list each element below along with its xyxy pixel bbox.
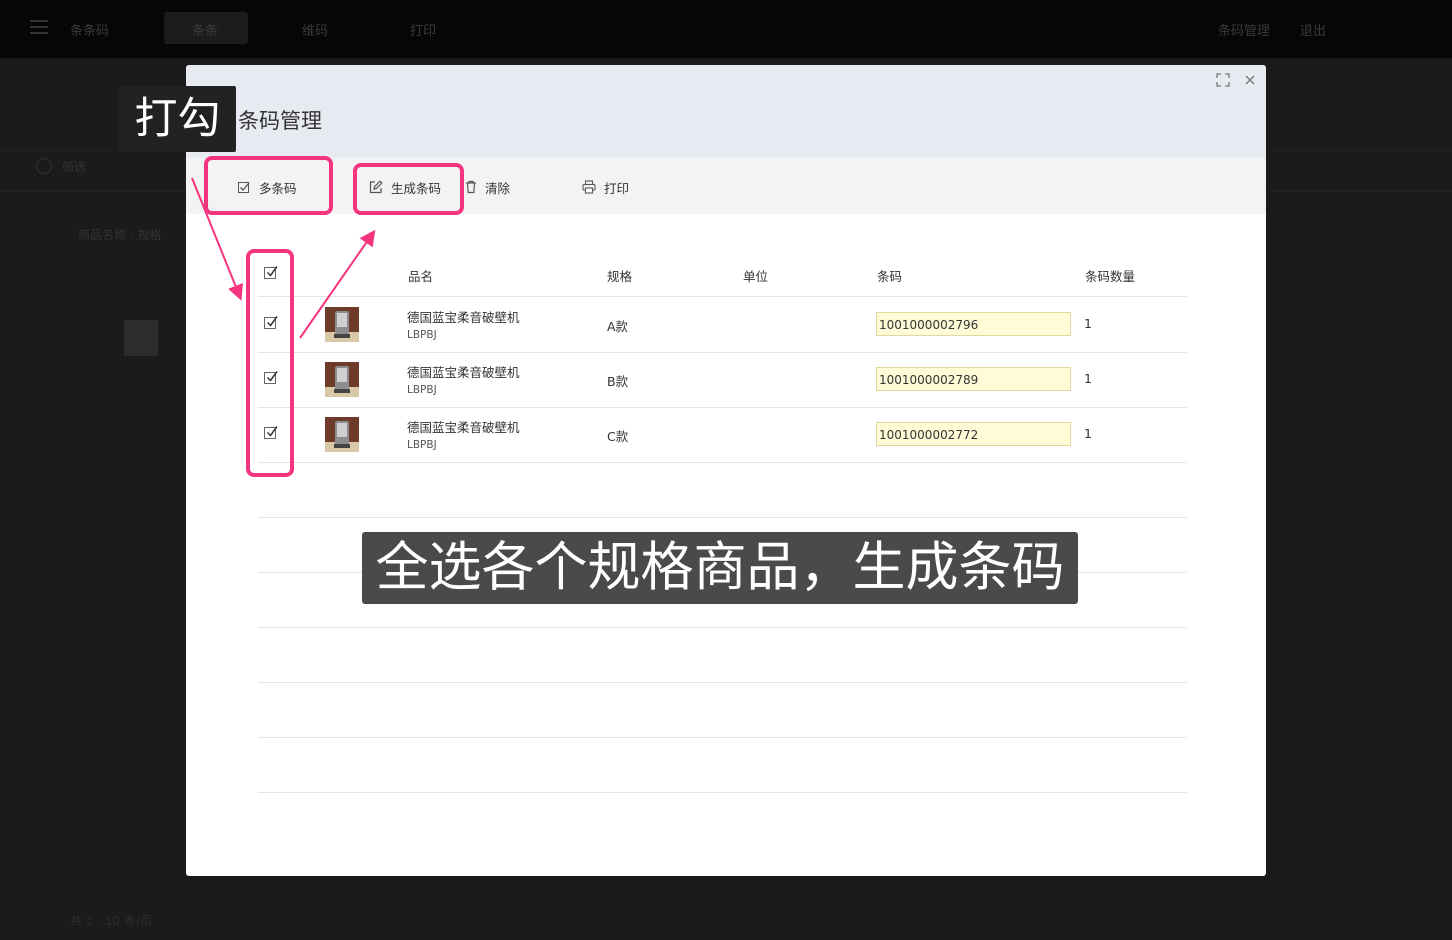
arrow-to-generate-button [299, 229, 376, 339]
tutorial-subtitle: 全选各个规格商品，生成条码 [362, 532, 1078, 604]
annotation-arrows [191, 177, 376, 339]
arrow-to-checkboxes [191, 177, 243, 301]
